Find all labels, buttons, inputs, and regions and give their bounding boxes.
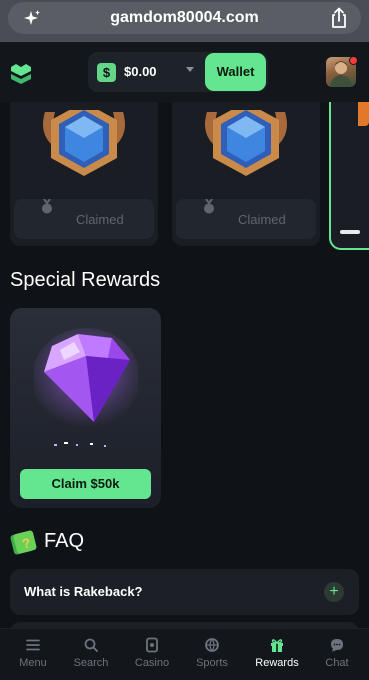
bottom-nav: Menu Search Casino Sports Rewards Chat	[0, 628, 369, 680]
claimed-status: Claimed	[176, 199, 316, 239]
dollar-icon: $	[97, 63, 116, 82]
nav-rewards[interactable]: Rewards	[247, 637, 307, 669]
nav-sports[interactable]: Sports	[182, 637, 242, 669]
progress-bar	[340, 230, 360, 234]
search-icon	[84, 638, 98, 652]
badge-card: Claimed	[10, 102, 158, 246]
nav-chat[interactable]: Chat	[307, 637, 367, 669]
faq-book-icon: ?	[10, 530, 37, 555]
rank-badge-icon	[43, 102, 125, 176]
faq-question: What is Rakeback?	[24, 584, 143, 599]
rank-badge-icon	[205, 102, 287, 176]
sports-icon	[205, 638, 219, 652]
nav-label: Rewards	[255, 657, 299, 669]
nav-menu[interactable]: Menu	[3, 637, 63, 669]
nav-label: Menu	[19, 657, 47, 669]
nav-label: Search	[73, 657, 109, 669]
gift-icon	[271, 639, 283, 652]
special-rewards-title: Special Rewards	[10, 269, 161, 291]
nav-label: Sports	[196, 657, 228, 669]
claim-reward-button[interactable]: Claim $50k	[20, 469, 151, 499]
faq-item[interactable]: What is Rakeback? +	[10, 569, 359, 615]
claimed-label: Claimed	[238, 212, 286, 227]
browser-bar: gamdom80004.com	[0, 0, 369, 42]
nav-label: Casino	[134, 657, 170, 669]
chevron-down-icon[interactable]	[186, 67, 194, 72]
medal-icon	[42, 199, 52, 214]
balance-amount: $0.00	[124, 64, 157, 79]
badge-card-selected[interactable]	[329, 102, 369, 250]
diamond-icon	[34, 328, 138, 447]
badge-edge	[358, 102, 369, 126]
notification-dot	[349, 56, 358, 65]
medal-icon	[204, 199, 214, 214]
badge-card: Claimed	[172, 102, 320, 246]
balance-selector[interactable]: $ $0.00 Wallet	[88, 52, 268, 92]
share-icon[interactable]	[329, 7, 349, 29]
url-text[interactable]: gamdom80004.com	[8, 9, 361, 27]
wallet-button[interactable]: Wallet	[205, 53, 266, 91]
special-reward-card: Claim $50k	[10, 308, 161, 508]
claimed-status: Claimed	[14, 199, 154, 239]
address-bar[interactable]: gamdom80004.com	[8, 2, 361, 34]
expand-plus-icon[interactable]: +	[324, 582, 344, 602]
menu-icon	[26, 639, 40, 651]
nav-casino[interactable]: Casino	[122, 637, 182, 669]
casino-icon	[146, 637, 158, 653]
nav-label: Chat	[325, 657, 349, 669]
claimed-label: Claimed	[76, 212, 124, 227]
nav-search[interactable]: Search	[61, 637, 121, 669]
app-header: $ $0.00 Wallet	[0, 42, 369, 102]
faq-title: FAQ	[44, 530, 85, 552]
gamdom-logo-icon[interactable]	[9, 61, 33, 85]
chat-icon	[331, 639, 343, 652]
